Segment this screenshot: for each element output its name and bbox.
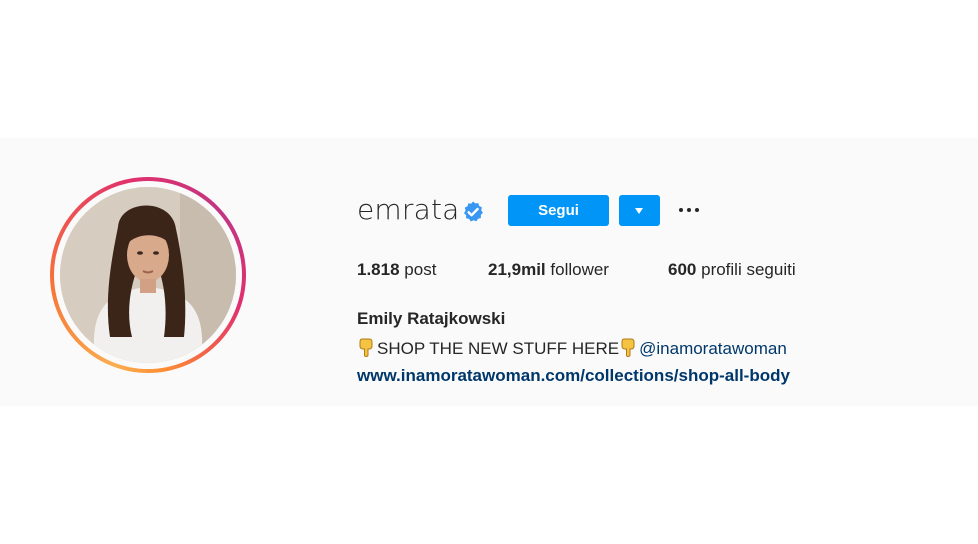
avatar-photo: [60, 187, 236, 363]
full-name: Emily Ratajkowski: [357, 309, 506, 328]
bio: SHOP THE NEW STUFF HERE @inamoratawoman: [357, 337, 787, 359]
pointing-down-hand-icon: [359, 338, 373, 357]
following-label: profili seguiti: [701, 260, 796, 279]
username: emrata: [357, 193, 460, 226]
posts-count: 1.818 post: [357, 260, 436, 280]
avatar[interactable]: [60, 187, 236, 363]
bio-text: SHOP THE NEW STUFF HERE: [377, 339, 620, 358]
pointing-down-hand-icon: [621, 338, 635, 357]
followers-label: follower: [550, 260, 609, 279]
story-ring[interactable]: [50, 177, 246, 373]
website-link[interactable]: www.inamoratawoman.com/collections/shop-…: [357, 366, 790, 386]
follow-button[interactable]: Segui: [508, 195, 609, 226]
posts-value: 1.818: [357, 260, 400, 279]
following-value: 600: [668, 260, 697, 279]
caret-down-icon: [635, 208, 643, 214]
suggestions-dropdown-button[interactable]: [619, 195, 660, 226]
verified-badge-icon: [464, 201, 483, 222]
more-options-icon[interactable]: [676, 199, 702, 221]
followers-count[interactable]: 21,9mil follower: [488, 260, 609, 280]
followers-value: 21,9mil: [488, 260, 546, 279]
bio-mention-link[interactable]: @inamoratawoman: [639, 339, 787, 358]
posts-label: post: [404, 260, 437, 279]
following-count[interactable]: 600 profili seguiti: [668, 260, 796, 280]
